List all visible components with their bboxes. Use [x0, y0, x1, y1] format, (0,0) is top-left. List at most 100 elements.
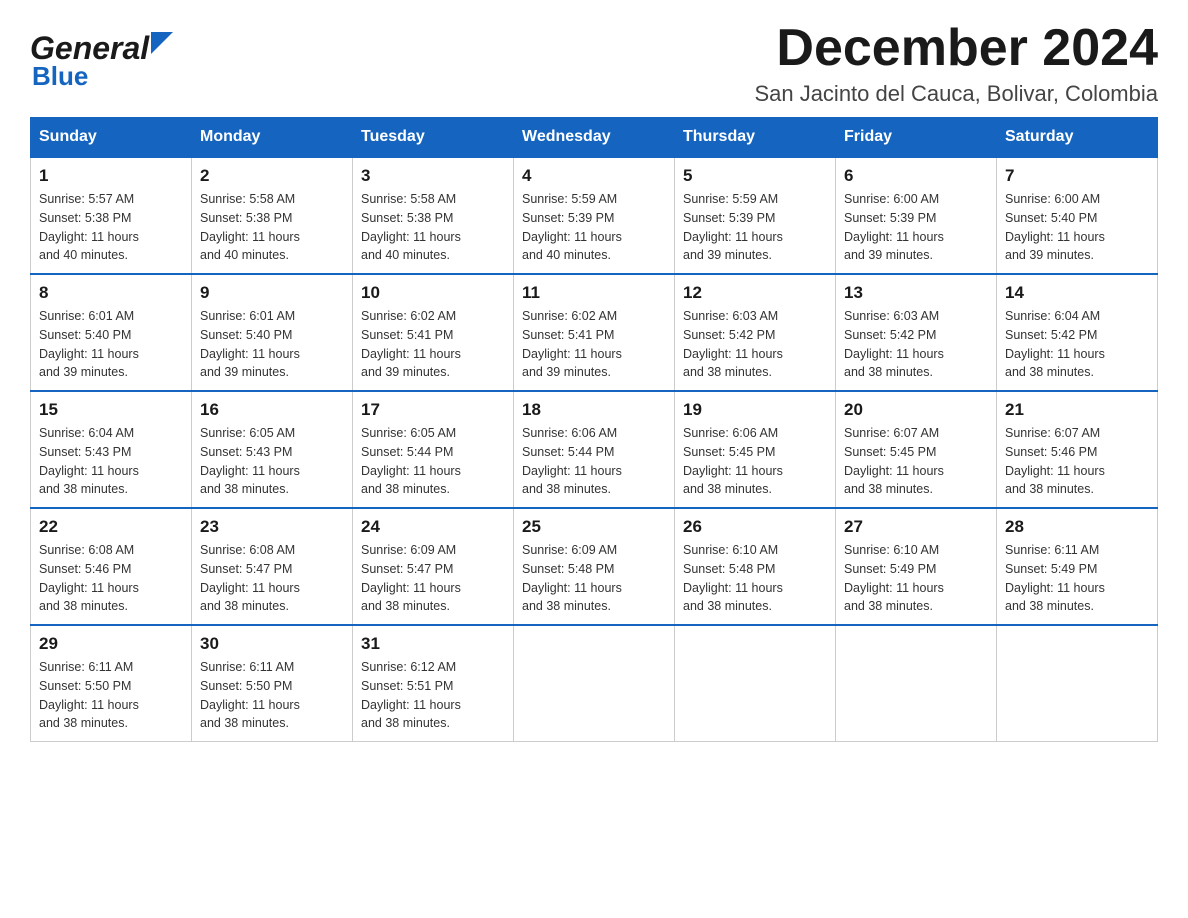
day-number: 3	[361, 166, 505, 186]
day-info: Sunrise: 6:11 AM Sunset: 5:49 PM Dayligh…	[1005, 541, 1149, 616]
day-number: 25	[522, 517, 666, 537]
day-number: 27	[844, 517, 988, 537]
day-info: Sunrise: 6:10 AM Sunset: 5:49 PM Dayligh…	[844, 541, 988, 616]
location-subtitle: San Jacinto del Cauca, Bolivar, Colombia	[754, 81, 1158, 107]
day-info: Sunrise: 6:01 AM Sunset: 5:40 PM Dayligh…	[200, 307, 344, 382]
calendar-cell: 24 Sunrise: 6:09 AM Sunset: 5:47 PM Dayl…	[353, 508, 514, 625]
day-info: Sunrise: 6:03 AM Sunset: 5:42 PM Dayligh…	[683, 307, 827, 382]
calendar-cell: 3 Sunrise: 5:58 AM Sunset: 5:38 PM Dayli…	[353, 157, 514, 274]
day-info: Sunrise: 6:06 AM Sunset: 5:44 PM Dayligh…	[522, 424, 666, 499]
calendar-week-row: 22 Sunrise: 6:08 AM Sunset: 5:46 PM Dayl…	[31, 508, 1158, 625]
day-number: 11	[522, 283, 666, 303]
column-header-tuesday: Tuesday	[353, 118, 514, 158]
calendar-cell	[836, 625, 997, 742]
calendar-cell: 19 Sunrise: 6:06 AM Sunset: 5:45 PM Dayl…	[675, 391, 836, 508]
title-section: December 2024 San Jacinto del Cauca, Bol…	[754, 20, 1158, 107]
day-number: 12	[683, 283, 827, 303]
day-info: Sunrise: 6:09 AM Sunset: 5:48 PM Dayligh…	[522, 541, 666, 616]
logo-blue-text: Blue	[30, 61, 88, 92]
calendar-cell: 7 Sunrise: 6:00 AM Sunset: 5:40 PM Dayli…	[997, 157, 1158, 274]
page-header: General Blue December 2024 San Jacinto d…	[30, 20, 1158, 107]
day-info: Sunrise: 6:00 AM Sunset: 5:39 PM Dayligh…	[844, 190, 988, 265]
calendar-cell: 11 Sunrise: 6:02 AM Sunset: 5:41 PM Dayl…	[514, 274, 675, 391]
calendar-cell: 23 Sunrise: 6:08 AM Sunset: 5:47 PM Dayl…	[192, 508, 353, 625]
day-info: Sunrise: 6:10 AM Sunset: 5:48 PM Dayligh…	[683, 541, 827, 616]
logo: General Blue	[30, 30, 173, 92]
day-number: 30	[200, 634, 344, 654]
calendar-cell: 26 Sunrise: 6:10 AM Sunset: 5:48 PM Dayl…	[675, 508, 836, 625]
calendar-cell: 14 Sunrise: 6:04 AM Sunset: 5:42 PM Dayl…	[997, 274, 1158, 391]
day-number: 14	[1005, 283, 1149, 303]
calendar-table: SundayMondayTuesdayWednesdayThursdayFrid…	[30, 117, 1158, 742]
calendar-cell: 18 Sunrise: 6:06 AM Sunset: 5:44 PM Dayl…	[514, 391, 675, 508]
day-info: Sunrise: 5:58 AM Sunset: 5:38 PM Dayligh…	[200, 190, 344, 265]
day-number: 15	[39, 400, 183, 420]
calendar-header-row: SundayMondayTuesdayWednesdayThursdayFrid…	[31, 118, 1158, 158]
calendar-cell: 4 Sunrise: 5:59 AM Sunset: 5:39 PM Dayli…	[514, 157, 675, 274]
day-info: Sunrise: 6:12 AM Sunset: 5:51 PM Dayligh…	[361, 658, 505, 733]
day-info: Sunrise: 6:05 AM Sunset: 5:43 PM Dayligh…	[200, 424, 344, 499]
day-number: 23	[200, 517, 344, 537]
day-number: 4	[522, 166, 666, 186]
column-header-monday: Monday	[192, 118, 353, 158]
day-info: Sunrise: 6:03 AM Sunset: 5:42 PM Dayligh…	[844, 307, 988, 382]
column-header-thursday: Thursday	[675, 118, 836, 158]
day-info: Sunrise: 6:11 AM Sunset: 5:50 PM Dayligh…	[200, 658, 344, 733]
logo-triangle-icon	[151, 32, 173, 59]
day-info: Sunrise: 6:04 AM Sunset: 5:43 PM Dayligh…	[39, 424, 183, 499]
day-info: Sunrise: 6:11 AM Sunset: 5:50 PM Dayligh…	[39, 658, 183, 733]
calendar-week-row: 29 Sunrise: 6:11 AM Sunset: 5:50 PM Dayl…	[31, 625, 1158, 742]
day-number: 28	[1005, 517, 1149, 537]
day-info: Sunrise: 6:04 AM Sunset: 5:42 PM Dayligh…	[1005, 307, 1149, 382]
calendar-cell: 6 Sunrise: 6:00 AM Sunset: 5:39 PM Dayli…	[836, 157, 997, 274]
day-info: Sunrise: 6:07 AM Sunset: 5:46 PM Dayligh…	[1005, 424, 1149, 499]
day-number: 2	[200, 166, 344, 186]
day-number: 10	[361, 283, 505, 303]
day-number: 31	[361, 634, 505, 654]
calendar-cell	[514, 625, 675, 742]
calendar-cell: 13 Sunrise: 6:03 AM Sunset: 5:42 PM Dayl…	[836, 274, 997, 391]
day-number: 16	[200, 400, 344, 420]
calendar-cell: 27 Sunrise: 6:10 AM Sunset: 5:49 PM Dayl…	[836, 508, 997, 625]
day-number: 1	[39, 166, 183, 186]
day-info: Sunrise: 6:08 AM Sunset: 5:46 PM Dayligh…	[39, 541, 183, 616]
column-header-saturday: Saturday	[997, 118, 1158, 158]
day-info: Sunrise: 5:58 AM Sunset: 5:38 PM Dayligh…	[361, 190, 505, 265]
calendar-cell: 28 Sunrise: 6:11 AM Sunset: 5:49 PM Dayl…	[997, 508, 1158, 625]
day-number: 6	[844, 166, 988, 186]
calendar-cell: 1 Sunrise: 5:57 AM Sunset: 5:38 PM Dayli…	[31, 157, 192, 274]
column-header-friday: Friday	[836, 118, 997, 158]
calendar-week-row: 1 Sunrise: 5:57 AM Sunset: 5:38 PM Dayli…	[31, 157, 1158, 274]
calendar-cell: 21 Sunrise: 6:07 AM Sunset: 5:46 PM Dayl…	[997, 391, 1158, 508]
day-info: Sunrise: 6:07 AM Sunset: 5:45 PM Dayligh…	[844, 424, 988, 499]
calendar-cell: 22 Sunrise: 6:08 AM Sunset: 5:46 PM Dayl…	[31, 508, 192, 625]
day-number: 5	[683, 166, 827, 186]
calendar-cell: 12 Sunrise: 6:03 AM Sunset: 5:42 PM Dayl…	[675, 274, 836, 391]
day-number: 13	[844, 283, 988, 303]
calendar-cell: 5 Sunrise: 5:59 AM Sunset: 5:39 PM Dayli…	[675, 157, 836, 274]
calendar-cell: 9 Sunrise: 6:01 AM Sunset: 5:40 PM Dayli…	[192, 274, 353, 391]
day-number: 22	[39, 517, 183, 537]
day-number: 17	[361, 400, 505, 420]
day-number: 24	[361, 517, 505, 537]
calendar-cell	[997, 625, 1158, 742]
day-number: 7	[1005, 166, 1149, 186]
day-number: 29	[39, 634, 183, 654]
day-info: Sunrise: 6:09 AM Sunset: 5:47 PM Dayligh…	[361, 541, 505, 616]
day-info: Sunrise: 6:08 AM Sunset: 5:47 PM Dayligh…	[200, 541, 344, 616]
day-info: Sunrise: 6:02 AM Sunset: 5:41 PM Dayligh…	[522, 307, 666, 382]
calendar-cell: 25 Sunrise: 6:09 AM Sunset: 5:48 PM Dayl…	[514, 508, 675, 625]
day-number: 18	[522, 400, 666, 420]
calendar-cell: 31 Sunrise: 6:12 AM Sunset: 5:51 PM Dayl…	[353, 625, 514, 742]
calendar-cell: 29 Sunrise: 6:11 AM Sunset: 5:50 PM Dayl…	[31, 625, 192, 742]
calendar-cell: 15 Sunrise: 6:04 AM Sunset: 5:43 PM Dayl…	[31, 391, 192, 508]
day-info: Sunrise: 5:57 AM Sunset: 5:38 PM Dayligh…	[39, 190, 183, 265]
calendar-cell	[675, 625, 836, 742]
day-number: 20	[844, 400, 988, 420]
calendar-week-row: 15 Sunrise: 6:04 AM Sunset: 5:43 PM Dayl…	[31, 391, 1158, 508]
day-info: Sunrise: 5:59 AM Sunset: 5:39 PM Dayligh…	[683, 190, 827, 265]
day-info: Sunrise: 6:00 AM Sunset: 5:40 PM Dayligh…	[1005, 190, 1149, 265]
day-info: Sunrise: 6:01 AM Sunset: 5:40 PM Dayligh…	[39, 307, 183, 382]
calendar-cell: 2 Sunrise: 5:58 AM Sunset: 5:38 PM Dayli…	[192, 157, 353, 274]
day-number: 26	[683, 517, 827, 537]
